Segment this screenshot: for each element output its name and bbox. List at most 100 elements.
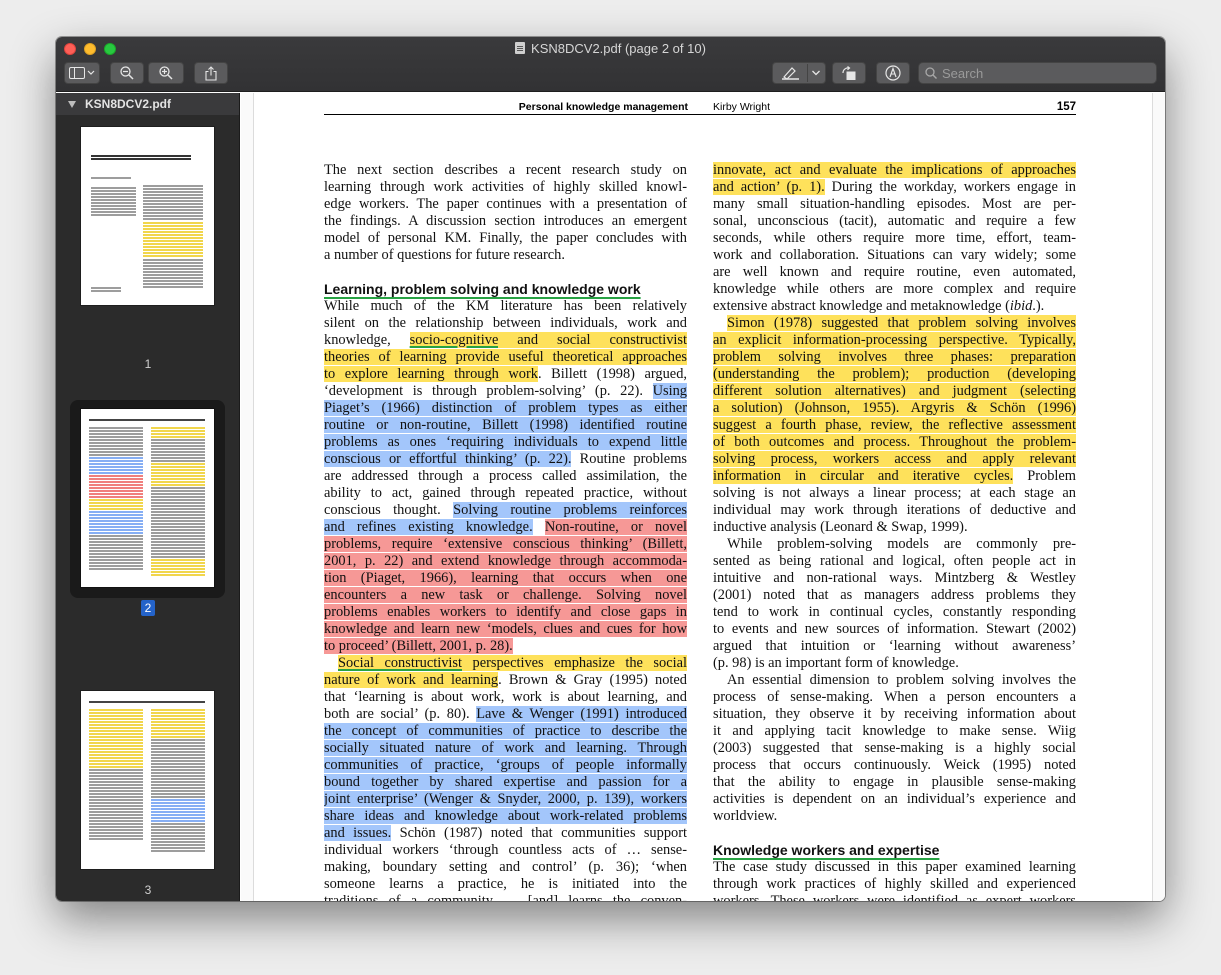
thumbnail-text-line xyxy=(143,218,203,220)
highlighted-text: Piaget’s (1966) distinction of problem t… xyxy=(324,400,687,416)
thumbnail-text-line xyxy=(151,835,205,837)
highlighted-text: perspectives emphasize the social xyxy=(462,655,687,671)
search-input[interactable] xyxy=(942,65,1142,81)
text-line: and action’ (p. 1). During the workday, … xyxy=(713,179,1076,196)
text-line: problems as ones ‘requiring individuals … xyxy=(324,434,687,451)
thumbnail-text-line xyxy=(143,277,203,279)
thumbnail-text-line xyxy=(89,427,143,429)
sidebar-document-header[interactable]: KSN8DCV2.pdf xyxy=(56,93,239,115)
text-line: it and applying tacit knowledge to make … xyxy=(713,723,1076,739)
highlight-button[interactable] xyxy=(772,62,826,84)
thumbnail-text-line xyxy=(151,817,205,819)
highlighted-text: Simon (1978) suggested that problem solv… xyxy=(727,315,1076,331)
text-line: (2003) suggested that sense-making is a … xyxy=(713,740,1076,756)
thumbnail-text-line xyxy=(89,526,143,528)
thumbnail-page-3[interactable] xyxy=(70,689,225,869)
thumbnail-page-1[interactable] xyxy=(70,125,225,311)
chevron-down-icon[interactable] xyxy=(811,69,821,77)
text-line: sonal, unconscious (tacit), automatic an… xyxy=(713,213,1076,229)
highlighted-text: routine or non-routine, Billett (1998) i… xyxy=(324,417,687,433)
text-line: edge workers. The paper continues with a… xyxy=(324,196,687,212)
thumbnail-text-line xyxy=(89,505,143,507)
text-line: both are social’ (p. 80). Lave & Wenger … xyxy=(324,706,687,723)
thumbnail-text-line xyxy=(151,805,205,807)
highlighted-text: of both outcomes and process. Throughout… xyxy=(713,434,1076,450)
thumbnail-text-line xyxy=(151,760,205,762)
thumbnail-text-line xyxy=(89,760,143,762)
highlighted-text: the concept of communities of practice t… xyxy=(324,723,687,739)
highlighted-text: nature of work and learning xyxy=(324,672,499,688)
highlighted-text: socio-cognitive xyxy=(409,332,499,348)
text-line: through work practices of highly skilled… xyxy=(713,876,1076,892)
sidebar-toggle-button[interactable] xyxy=(64,62,100,84)
highlighted-text: problems, require ‘extensive conscious t… xyxy=(324,536,687,552)
text-line: communities of practice, ‘groups of peop… xyxy=(324,757,687,774)
thumbnail-text-line xyxy=(151,550,205,552)
thumbnail-text-line xyxy=(151,736,205,738)
thumbnail-text-line xyxy=(151,478,205,480)
thumbnail-text-line xyxy=(89,745,143,747)
thumbnail-text-line xyxy=(151,448,205,450)
thumbnail-text-line xyxy=(91,208,136,210)
zoom-out-icon xyxy=(120,66,134,80)
highlighted-text: different solution alternatives) and jud… xyxy=(713,383,1076,399)
thumbnail-text-line xyxy=(151,844,205,846)
zoom-in-icon xyxy=(159,66,173,80)
highlighted-text: to explore learning through work xyxy=(324,366,538,382)
thumbnail-text-line xyxy=(151,715,205,717)
text-segment: both are social’ (p. 80). xyxy=(324,706,477,722)
thumbnail-text-line xyxy=(143,249,203,251)
thumbnail-text-line xyxy=(151,508,205,510)
thumbnail-text-line xyxy=(89,541,143,543)
text-line: Simon (1978) suggested that problem solv… xyxy=(713,315,1076,332)
zoom-in-button[interactable] xyxy=(148,62,184,84)
text-line: someone learns a practice, he is initiat… xyxy=(324,876,687,892)
left-text-column[interactable]: The next section describes a recent rese… xyxy=(324,162,687,901)
text-segment: conscious thought. xyxy=(324,502,454,518)
highlighted-text: a solution) (Johnson, 1955). Argyris & S… xyxy=(713,400,1076,416)
thumbnail-text-line xyxy=(151,442,205,444)
highlighter-icon xyxy=(782,67,799,80)
thumbnail-text-line xyxy=(91,199,136,201)
thumbnail-text-line xyxy=(91,190,136,192)
right-text-column[interactable]: innovate, act and evaluate the implicati… xyxy=(713,162,1076,901)
thumbnail-text-line xyxy=(151,733,205,735)
thumbnail-text-line xyxy=(143,255,203,257)
search-field[interactable] xyxy=(918,62,1157,84)
text-line: and issues. Schön (1987) noted that comm… xyxy=(324,825,687,842)
thumbnail-page-2[interactable] xyxy=(70,400,225,598)
thumbnail-text-line xyxy=(151,571,205,573)
thumbnail-text-line xyxy=(151,547,205,549)
thumbnail-text-line xyxy=(143,191,203,193)
thumbnail-text-line xyxy=(151,484,205,486)
thumbnail-text-line xyxy=(89,730,143,732)
thumbnail-text-line xyxy=(143,240,203,242)
markup-button[interactable] xyxy=(876,62,910,84)
text-line: extensive abstract knowledge and metakno… xyxy=(713,298,1076,315)
text-line: knowledge while others are more complex … xyxy=(713,281,1076,297)
thumbnail-text-line xyxy=(89,766,143,768)
highlighted-text: (understanding the problem); production … xyxy=(713,366,1076,382)
pdf-page[interactable]: Personal knowledge management Kirby Wrig… xyxy=(253,93,1153,901)
running-author: Kirby Wright xyxy=(713,101,770,113)
rotate-button[interactable] xyxy=(832,62,866,84)
thumbnail-text-line xyxy=(89,448,143,450)
text-line: theories of learning provide useful theo… xyxy=(324,349,687,366)
text-segment: . Billett (1998) argued, xyxy=(537,366,687,382)
text-line: While much of the KM literature has been… xyxy=(324,298,687,314)
document-view[interactable]: Personal knowledge management Kirby Wrig… xyxy=(241,93,1165,901)
thumbnail-sidebar: KSN8DCV2.pdf 1 2 3 xyxy=(56,93,240,901)
thumbnail-text-line xyxy=(143,212,203,214)
thumbnail-text-line xyxy=(151,850,205,852)
disclosure-triangle-icon[interactable] xyxy=(68,100,76,108)
thumbnail-text-line xyxy=(89,460,143,462)
thumbnail-text-line xyxy=(89,529,143,531)
thumbnail-text-line xyxy=(151,496,205,498)
zoom-out-button[interactable] xyxy=(110,62,144,84)
text-line: problems enables workers to identify and… xyxy=(324,604,687,621)
share-button[interactable] xyxy=(194,62,228,84)
text-line: process that occurs continuously. Weick … xyxy=(713,757,1076,773)
text-line: solving is not always a linear process; … xyxy=(713,485,1076,501)
thumbnail-text-line xyxy=(89,469,143,471)
rotate-icon xyxy=(842,65,856,80)
